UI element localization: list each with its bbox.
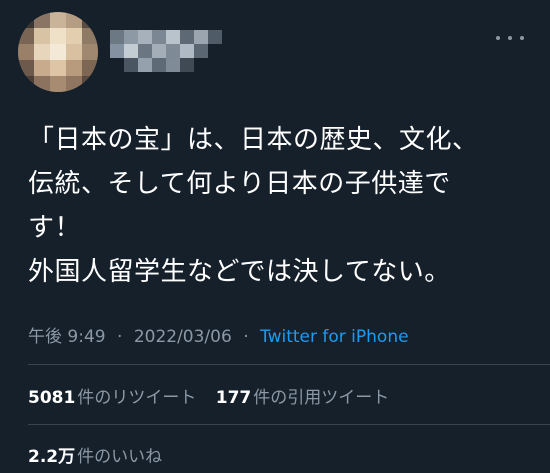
divider (28, 424, 550, 425)
stats-row-shares: 5081 件のリツイート 177 件の引用ツイート (28, 383, 389, 408)
tweet-time[interactable]: 午後 9:49 (28, 327, 106, 347)
likes-label: 件のいいね (77, 447, 163, 467)
divider (28, 364, 550, 365)
likes-count: 2.2万 (28, 447, 76, 467)
avatar[interactable] (18, 12, 98, 92)
retweets-stat[interactable]: 5081 件のリツイート (28, 388, 196, 408)
more-dot (496, 36, 500, 40)
stats-row-likes: 2.2万 件のいいね (28, 442, 162, 467)
more-dot (520, 36, 524, 40)
meta-separator: · (243, 327, 249, 347)
tweet-text: 「日本の宝」は、日本の歴史、文化、 伝統、そして何より日本の子供達で す！ 外国… (28, 125, 479, 287)
tweet-meta: 午後 9:49 · 2022/03/06 · Twitter for iPhon… (28, 322, 409, 347)
tweet-detail: 「日本の宝」は、日本の歴史、文化、 伝統、そして何より日本の子供達で す！ 外国… (0, 0, 550, 473)
quotes-label: 件の引用ツイート (253, 388, 390, 408)
more-dot (508, 36, 512, 40)
quotes-stat[interactable]: 177 件の引用ツイート (216, 388, 390, 408)
username-pixelated[interactable] (110, 22, 230, 82)
likes-stat[interactable]: 2.2万 件のいいね (28, 447, 162, 467)
meta-separator: · (117, 327, 123, 347)
retweets-label: 件のリツイート (77, 388, 197, 408)
retweets-count: 5081 (28, 388, 76, 408)
quotes-count: 177 (215, 388, 252, 408)
tweet-date[interactable]: 2022/03/06 (134, 327, 232, 347)
more-dots-icon[interactable] (496, 28, 524, 48)
tweet-source-link[interactable]: Twitter for iPhone (260, 327, 409, 347)
